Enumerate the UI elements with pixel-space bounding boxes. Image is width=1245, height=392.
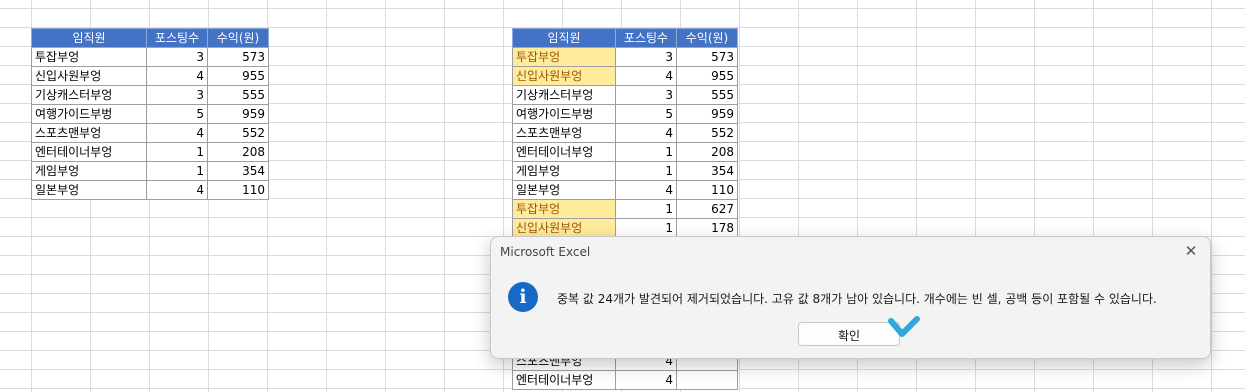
dialog-message: 중복 값 24개가 발견되어 제거되었습니다. 고유 값 8개가 남아 있습니다… xyxy=(557,292,1157,306)
table-row: 여행가이드부벙 5 959 xyxy=(512,104,738,124)
cell-employee-name[interactable]: 투잡부엉 xyxy=(512,47,616,67)
table-row: 게임부엉 1 354 xyxy=(512,161,738,181)
cell-post-count[interactable]: 4 xyxy=(615,370,677,390)
cell-employee-name[interactable]: 일본부엉 xyxy=(512,180,616,200)
table-row: 게임부엉 1 354 xyxy=(31,161,269,181)
right-table-body: 투잡부엉 3 573 신입사원부엉 4 955 기상캐스터부엉 3 555 여행가이드부벙 5 959… xyxy=(512,47,738,238)
header-cell-employee[interactable]: 임직원 xyxy=(31,28,147,48)
cell-post-count[interactable]: 3 xyxy=(146,47,208,67)
cell-employee-name[interactable]: 기상캐스터부엉 xyxy=(31,85,147,105)
table-row: 엔터테이너부엉 4 xyxy=(512,370,738,390)
table-row: 일본부엉 4 110 xyxy=(31,180,269,200)
cell-revenue[interactable]: 208 xyxy=(207,142,269,162)
info-icon: i xyxy=(508,282,538,312)
table-row: 기상캐스터부엉 3 555 xyxy=(31,85,269,105)
cell-revenue[interactable] xyxy=(676,370,738,390)
cell-revenue[interactable]: 552 xyxy=(676,123,738,143)
cell-revenue[interactable]: 354 xyxy=(676,161,738,181)
cell-post-count[interactable]: 4 xyxy=(615,66,677,86)
cell-employee-name[interactable]: 엔터테이너부엉 xyxy=(512,370,616,390)
table-row: 엔터테이너부엉 1 208 xyxy=(512,142,738,162)
cell-revenue[interactable]: 110 xyxy=(207,180,269,200)
cell-employee-name[interactable]: 스포츠맨부엉 xyxy=(31,123,147,143)
table-row: 신입사원부엉 4 955 xyxy=(512,66,738,86)
cell-post-count[interactable]: 1 xyxy=(615,161,677,181)
cell-revenue[interactable]: 354 xyxy=(207,161,269,181)
table-row: 신입사원부엉 4 955 xyxy=(31,66,269,86)
close-icon[interactable]: ✕ xyxy=(1182,242,1200,260)
header-row: 임직원 포스팅수 수익(원) xyxy=(512,28,738,48)
cursor-checkmark-icon xyxy=(888,316,920,337)
cell-post-count[interactable]: 1 xyxy=(146,161,208,181)
header-cell-employee[interactable]: 임직원 xyxy=(512,28,616,48)
table-row: 기상캐스터부엉 3 555 xyxy=(512,85,738,105)
cell-revenue[interactable]: 552 xyxy=(207,123,269,143)
cell-post-count[interactable]: 4 xyxy=(615,123,677,143)
cell-revenue[interactable]: 959 xyxy=(676,104,738,124)
cell-post-count[interactable]: 1 xyxy=(615,218,677,238)
table-row: 투잡부엉 3 573 xyxy=(512,47,738,67)
cell-revenue[interactable]: 573 xyxy=(207,47,269,67)
cell-employee-name[interactable]: 여행가이드부벙 xyxy=(31,104,147,124)
cell-post-count[interactable]: 3 xyxy=(615,85,677,105)
cell-post-count[interactable]: 1 xyxy=(615,142,677,162)
dialog-title: Microsoft Excel xyxy=(500,245,591,259)
cell-revenue[interactable]: 573 xyxy=(676,47,738,67)
cell-employee-name[interactable]: 여행가이드부벙 xyxy=(512,104,616,124)
cell-post-count[interactable]: 3 xyxy=(615,47,677,67)
cell-revenue[interactable]: 955 xyxy=(207,66,269,86)
cell-revenue[interactable]: 959 xyxy=(207,104,269,124)
cell-revenue[interactable]: 555 xyxy=(676,85,738,105)
header-cell-posts[interactable]: 포스팅수 xyxy=(146,28,208,48)
table-row: 투잡부엉 3 573 xyxy=(31,47,269,67)
left-data-table: 임직원 포스팅수 수익(원) 투잡부엉 3 573 신입사원부엉 4 955 기상캐스터부엉… xyxy=(31,28,269,200)
cell-employee-name[interactable]: 게임부엉 xyxy=(512,161,616,181)
cell-employee-name[interactable]: 스포츠맨부엉 xyxy=(512,123,616,143)
cell-post-count[interactable]: 1 xyxy=(146,142,208,162)
header-cell-revenue[interactable]: 수익(원) xyxy=(676,28,738,48)
cell-employee-name[interactable]: 엔터테이너부엉 xyxy=(31,142,147,162)
table-row: 일본부엉 4 110 xyxy=(512,180,738,200)
cell-revenue[interactable]: 178 xyxy=(676,218,738,238)
cell-post-count[interactable]: 3 xyxy=(146,85,208,105)
table-row: 스포츠맨부엉 4 552 xyxy=(512,123,738,143)
table-row: 투잡부엉 1 627 xyxy=(512,199,738,219)
header-row: 임직원 포스팅수 수익(원) xyxy=(31,28,269,48)
cell-employee-name[interactable]: 신입사원부엉 xyxy=(512,218,616,238)
cell-post-count[interactable]: 4 xyxy=(146,180,208,200)
ok-button[interactable]: 확인 xyxy=(798,322,900,346)
cell-revenue[interactable]: 627 xyxy=(676,199,738,219)
cell-employee-name[interactable]: 게임부엉 xyxy=(31,161,147,181)
table-row: 여행가이드부벙 5 959 xyxy=(31,104,269,124)
cell-revenue[interactable]: 110 xyxy=(676,180,738,200)
cell-revenue[interactable]: 208 xyxy=(676,142,738,162)
cell-revenue[interactable]: 555 xyxy=(207,85,269,105)
header-cell-posts[interactable]: 포스팅수 xyxy=(615,28,677,48)
cell-post-count[interactable]: 4 xyxy=(146,123,208,143)
cell-post-count[interactable]: 5 xyxy=(615,104,677,124)
cell-employee-name[interactable]: 투잡부엉 xyxy=(31,47,147,67)
excel-message-dialog: Microsoft Excel ✕ i 중복 값 24개가 발견되어 제거되었습… xyxy=(490,236,1211,359)
table-row: 스포츠맨부엉 4 552 xyxy=(31,123,269,143)
cell-post-count[interactable]: 5 xyxy=(146,104,208,124)
cell-employee-name[interactable]: 엔터테이너부엉 xyxy=(512,142,616,162)
cell-employee-name[interactable]: 신입사원부엉 xyxy=(512,66,616,86)
cell-employee-name[interactable]: 일본부엉 xyxy=(31,180,147,200)
cell-employee-name[interactable]: 투잡부엉 xyxy=(512,199,616,219)
left-table-body: 투잡부엉 3 573 신입사원부엉 4 955 기상캐스터부엉 3 555 여행가이드부벙 5 959… xyxy=(31,47,269,200)
cell-employee-name[interactable]: 기상캐스터부엉 xyxy=(512,85,616,105)
table-row: 신입사원부엉 1 178 xyxy=(512,218,738,238)
right-data-table: 임직원 포스팅수 수익(원) 투잡부엉 3 573 신입사원부엉 4 955 기상캐스터부엉… xyxy=(512,28,738,238)
table-row: 엔터테이너부엉 1 208 xyxy=(31,142,269,162)
cell-post-count[interactable]: 4 xyxy=(615,180,677,200)
cell-employee-name[interactable]: 신입사원부엉 xyxy=(31,66,147,86)
cell-post-count[interactable]: 1 xyxy=(615,199,677,219)
header-cell-revenue[interactable]: 수익(원) xyxy=(207,28,269,48)
cell-revenue[interactable]: 955 xyxy=(676,66,738,86)
cell-post-count[interactable]: 4 xyxy=(146,66,208,86)
